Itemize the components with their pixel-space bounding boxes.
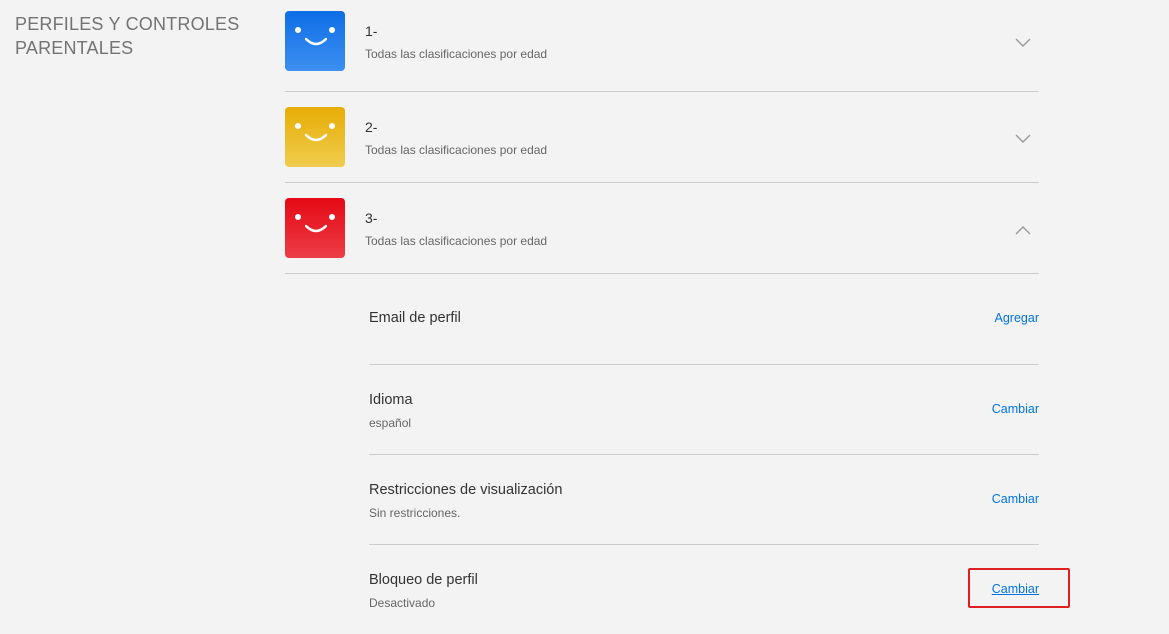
profile-row-3[interactable]: 3- Todas las clasificaciones por edad <box>285 198 1039 274</box>
setting-value: Sin restricciones. <box>369 506 461 520</box>
setting-label: Bloqueo de perfil <box>369 572 478 588</box>
chevron-down-icon[interactable] <box>1015 35 1031 53</box>
profile-rating: Todas las clasificaciones por edad <box>365 47 548 61</box>
setting-label: Idioma <box>369 392 413 408</box>
setting-row-email: Email de perfil Agregar <box>369 274 1039 365</box>
setting-row-language: Idioma español Cambiar <box>369 364 1039 455</box>
profile-name: 2- <box>365 119 378 135</box>
profile-avatar <box>285 107 345 167</box>
change-language-link[interactable]: Cambiar <box>992 402 1039 416</box>
setting-value: español <box>369 416 412 430</box>
profile-row-1[interactable]: 1- Todas las clasificaciones por edad <box>285 11 1039 92</box>
profile-name: 1- <box>365 23 378 39</box>
setting-value: Desactivado <box>369 596 436 610</box>
chevron-down-icon[interactable] <box>1015 131 1031 149</box>
profile-rating: Todas las clasificaciones por edad <box>365 234 548 248</box>
profile-avatar <box>285 11 345 71</box>
highlight-box <box>968 568 1070 608</box>
change-restrictions-link[interactable]: Cambiar <box>992 492 1039 506</box>
profile-avatar <box>285 198 345 258</box>
section-title: PERFILES Y CONTROLES PARENTALES <box>15 14 240 58</box>
profile-rating: Todas las clasificaciones por edad <box>365 143 548 157</box>
profile-row-2[interactable]: 2- Todas las clasificaciones por edad <box>285 107 1039 183</box>
setting-label: Email de perfil <box>369 310 461 326</box>
profile-name: 3- <box>365 210 378 226</box>
setting-label: Restricciones de visualización <box>369 482 563 498</box>
chevron-up-icon[interactable] <box>1015 222 1031 240</box>
add-email-link[interactable]: Agregar <box>995 311 1039 325</box>
setting-row-profile-lock: Bloqueo de perfil Desactivado Cambiar <box>369 544 1039 634</box>
setting-row-restrictions: Restricciones de visualización Sin restr… <box>369 454 1039 545</box>
